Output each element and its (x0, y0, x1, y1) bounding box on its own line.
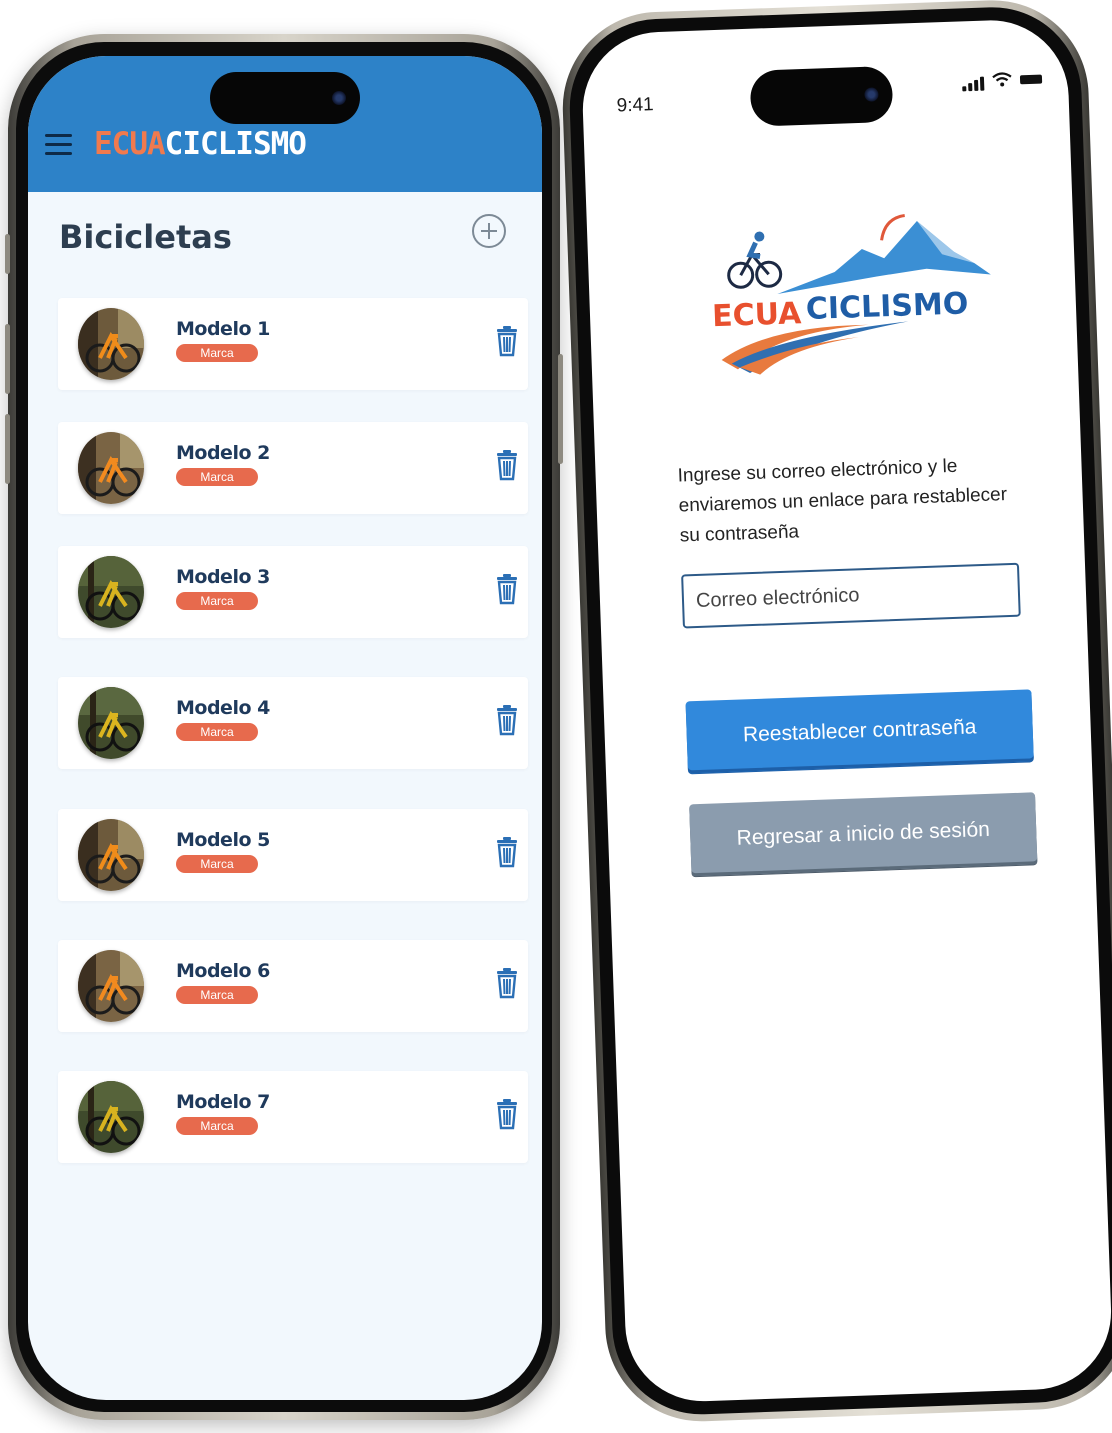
reset-instructions: Ingrese su correo electrónico y le envia… (677, 455, 1008, 547)
list-item[interactable]: Modelo 7 Marca (58, 1071, 528, 1163)
add-bicycle-button[interactable] (472, 214, 506, 248)
item-title: Modelo 3 (176, 566, 270, 588)
logo-text-part2: CICLISMO (805, 286, 969, 327)
dynamic-island (210, 72, 360, 124)
email-input[interactable] (681, 562, 1021, 629)
trash-icon[interactable] (496, 967, 518, 999)
back-to-login-button[interactable]: Regresar a inicio de sesión (689, 792, 1038, 877)
item-title: Modelo 7 (176, 1091, 270, 1113)
app-header: ECUACICLISMO (28, 56, 542, 192)
item-title: Modelo 2 (176, 442, 270, 464)
bicycle-photo (78, 950, 144, 1022)
list-item[interactable]: Modelo 3 Marca (58, 546, 528, 638)
item-title: Modelo 4 (176, 697, 270, 719)
phone-frame: 9:41 ECUA CICLISMO Ingrese su correo ele… (559, 0, 1112, 1425)
brand-badge: Marca (176, 468, 258, 486)
phone-volume-down-button (5, 414, 10, 484)
brand-badge: Marca (176, 592, 258, 610)
battery-icon (1019, 74, 1043, 85)
bicycle-photo (78, 687, 144, 759)
brand-logo-part1: ECUA (94, 126, 166, 162)
bicycle-photo (78, 819, 144, 891)
password-reset-screen: 9:41 ECUA CICLISMO Ingrese su correo ele… (580, 17, 1112, 1404)
brand-badge: Marca (176, 723, 258, 741)
list-item[interactable]: Modelo 5 Marca (58, 809, 528, 901)
reset-password-button[interactable]: Reestablecer contraseña (685, 689, 1034, 774)
bicycle-list-screen: ECUACICLISMO Bicicletas Modelo 1 Marca M… (28, 56, 542, 1400)
logo-text-part1: ECUA (712, 296, 803, 334)
trash-icon[interactable] (496, 836, 518, 868)
trash-icon[interactable] (496, 325, 518, 357)
front-camera (864, 87, 879, 102)
item-title: Modelo 6 (176, 960, 270, 982)
phone-password-reset: 9:41 ECUA CICLISMO Ingrese su correo ele… (545, 0, 1112, 1433)
brand-badge: Marca (176, 986, 258, 1004)
dynamic-island (749, 65, 894, 127)
phone-volume-up-button (5, 324, 10, 394)
brand-badge: Marca (176, 1117, 258, 1135)
bicycle-photo (78, 308, 144, 380)
menu-icon[interactable] (45, 134, 72, 156)
phone-bicycle-list: ECUACICLISMO Bicicletas Modelo 1 Marca M… (5, 34, 563, 1420)
phone-action-button (5, 234, 10, 274)
app-logo: ECUA CICLISMO (704, 200, 1010, 380)
trash-icon[interactable] (496, 1098, 518, 1130)
brand-logo: ECUACICLISMO (94, 126, 307, 162)
trash-icon[interactable] (496, 704, 518, 736)
bicycle-photo (78, 432, 144, 504)
signal-icon (962, 86, 967, 92)
wifi-icon (992, 72, 1012, 87)
brand-badge: Marca (176, 855, 258, 873)
page-title: Bicicletas (59, 218, 232, 256)
item-title: Modelo 5 (176, 829, 270, 851)
brand-logo-part2: CICLISMO (164, 126, 307, 162)
bicycle-photo (78, 556, 144, 628)
brand-badge: Marca (176, 344, 258, 362)
list-item[interactable]: Modelo 6 Marca (58, 940, 528, 1032)
trash-icon[interactable] (496, 449, 518, 481)
status-icons (962, 69, 1043, 92)
list-item[interactable]: Modelo 1 Marca (58, 298, 528, 390)
front-camera (332, 91, 346, 105)
list-item[interactable]: Modelo 2 Marca (58, 422, 528, 514)
list-item[interactable]: Modelo 4 Marca (58, 677, 528, 769)
item-title: Modelo 1 (176, 318, 270, 340)
trash-icon[interactable] (496, 573, 518, 605)
bicycle-photo (78, 1081, 144, 1153)
status-time: 9:41 (616, 94, 655, 117)
